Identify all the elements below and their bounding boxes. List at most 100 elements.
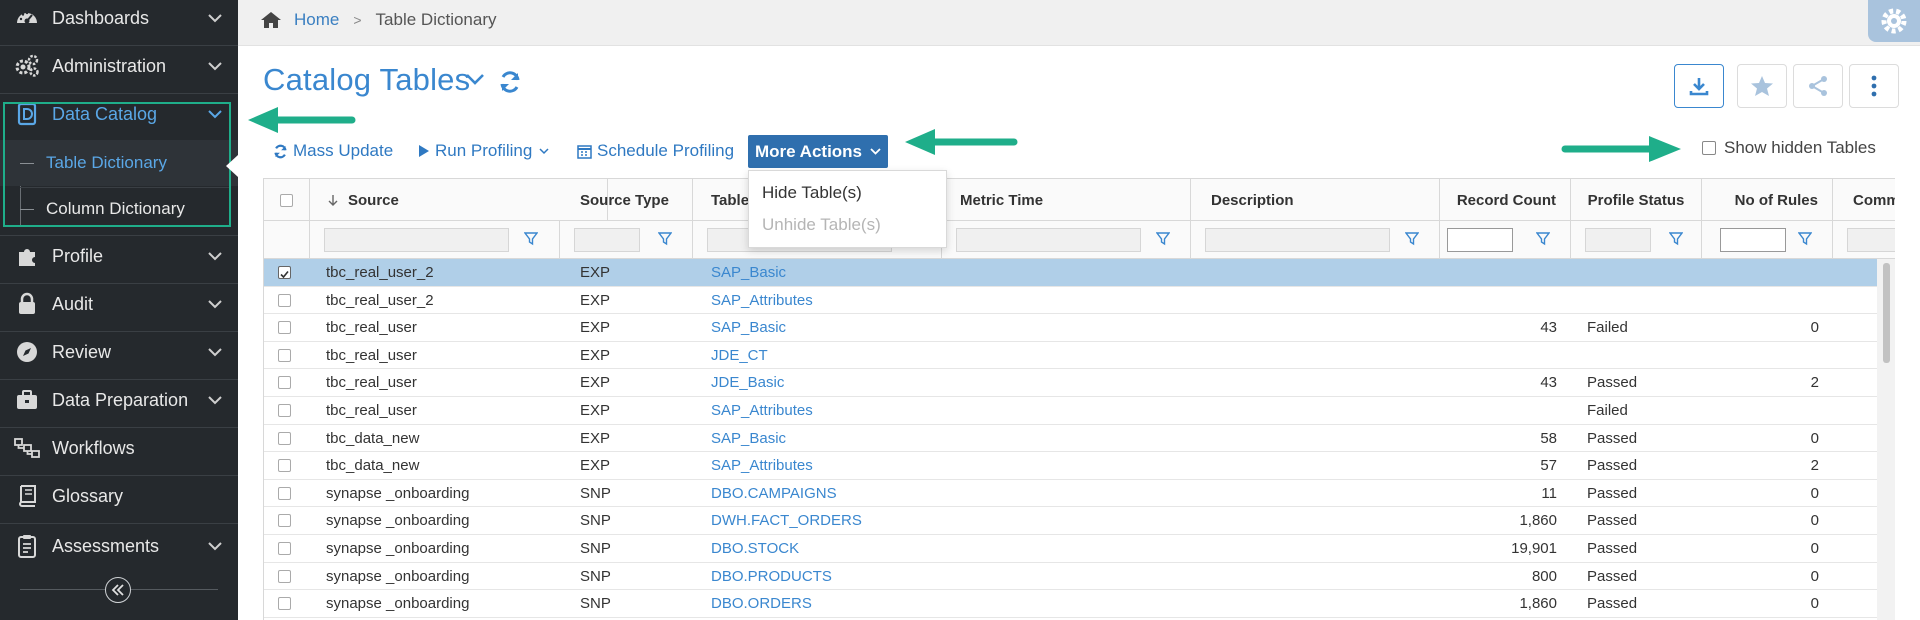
table-row[interactable]: tbc_real_user EXP SAP_Basic 43 Failed 0	[264, 314, 1877, 342]
row-checkbox[interactable]	[278, 348, 291, 362]
column-header-record-count[interactable]: Record Count	[1440, 179, 1571, 221]
schedule-profiling-button[interactable]: Schedule Profiling	[577, 138, 734, 164]
home-icon[interactable]	[260, 11, 282, 29]
show-hidden-tables-toggle[interactable]: Show hidden Tables	[1702, 138, 1876, 158]
metric-time-filter-input[interactable]	[956, 228, 1141, 252]
column-header-source-type[interactable]: Source Type	[560, 179, 693, 221]
sidebar-item-review[interactable]: Review	[0, 330, 238, 374]
grid-vertical-scrollbar[interactable]	[1877, 259, 1895, 620]
select-all-checkbox[interactable]	[280, 193, 293, 207]
more-options-button[interactable]	[1849, 64, 1899, 108]
row-checkbox[interactable]	[278, 459, 291, 473]
cell-table[interactable]: SAP_Attributes	[693, 397, 933, 424]
filter-icon[interactable]	[1669, 232, 1683, 246]
record-count-filter-input[interactable]	[1447, 228, 1513, 252]
chevron-down-icon	[539, 147, 549, 155]
scrollbar-thumb[interactable]	[1883, 263, 1890, 363]
refresh-icon[interactable]	[498, 70, 522, 99]
row-checkbox[interactable]	[278, 376, 291, 390]
table-row[interactable]: synapse _onboarding SNP DBO.CAMPAIGNS 11 Pas…	[264, 480, 1877, 508]
cell-source: synapse _onboarding	[326, 512, 470, 530]
row-checkbox[interactable]	[278, 431, 291, 445]
cell-table[interactable]: JDE_CT	[693, 342, 933, 369]
row-checkbox[interactable]	[278, 569, 291, 583]
more-actions-button[interactable]: More Actions	[748, 135, 888, 168]
table-row[interactable]: synapse _onboarding SNP DWH.FACT_ORDERS 1,8…	[264, 507, 1877, 535]
cell-table[interactable]: JDE_Basic	[693, 369, 933, 396]
cell-source: tbc_real_user	[326, 346, 417, 364]
column-header-description[interactable]: Description	[1191, 179, 1440, 221]
filter-icon[interactable]	[1536, 232, 1550, 246]
table-row[interactable]: tbc_real_user EXP JDE_CT	[264, 342, 1877, 370]
sidebar-item-dashboards[interactable]: Dashboards	[0, 0, 238, 40]
title-chevron-down-icon[interactable]	[465, 72, 485, 90]
source-type-filter-input[interactable]	[574, 228, 640, 252]
sidebar-item-glossary[interactable]: Glossary	[0, 474, 238, 518]
favorite-button[interactable]	[1737, 64, 1787, 108]
breadcrumb-home-link[interactable]: Home	[294, 10, 339, 30]
sidebar-item-workflows[interactable]: Workflows	[0, 426, 238, 470]
run-profiling-button[interactable]: Run Profiling	[418, 138, 554, 164]
source-filter-input[interactable]	[324, 228, 509, 252]
cell-source: tbc_data_new	[326, 429, 420, 447]
menu-item-hide-tables[interactable]: Hide Table(s)	[762, 183, 862, 203]
table-row[interactable]: synapse _onboarding SNP DBO.PRODUCTS 800 Pas…	[264, 563, 1877, 591]
row-checkbox[interactable]	[278, 486, 291, 500]
table-row[interactable]: synapse _onboarding SNP DBO.ORDERS 1,860 Pas…	[264, 590, 1877, 618]
filter-icon[interactable]	[1405, 232, 1419, 246]
cell-table[interactable]: DBO.PRODUCTS	[693, 563, 933, 590]
table-row[interactable]: tbc_real_user EXP JDE_Basic 43 Passed 2	[264, 369, 1877, 397]
cell-table[interactable]: SAP_Basic	[693, 259, 933, 286]
no-of-rules-filter-input[interactable]	[1720, 228, 1786, 252]
sidebar-collapse-button[interactable]	[105, 577, 131, 603]
profile-status-filter-input[interactable]	[1585, 228, 1651, 252]
comm-filter-input[interactable]	[1847, 228, 1895, 252]
sidebar-item-data-preparation[interactable]: Data Preparation	[0, 378, 238, 422]
cell-table[interactable]: DBO.CAMPAIGNS	[693, 480, 933, 507]
grid-filter-row	[264, 221, 1895, 259]
grid-header-row: Source Source Type Table Metric Time Des…	[264, 179, 1895, 221]
sidebar-item-audit[interactable]: Audit	[0, 282, 238, 326]
filter-icon[interactable]	[658, 232, 672, 246]
cell-type: EXP	[580, 264, 611, 281]
row-checkbox[interactable]	[278, 514, 291, 528]
cell-table[interactable]: SAP_Attributes	[693, 287, 933, 314]
mass-update-button[interactable]: Mass Update	[273, 138, 393, 164]
cell-rules: 0	[1810, 567, 1819, 585]
sidebar-item-administration[interactable]: Administration	[0, 44, 238, 88]
row-checkbox[interactable]	[278, 597, 291, 611]
settings-button[interactable]	[1868, 0, 1920, 42]
row-checkbox[interactable]	[278, 321, 291, 335]
filter-icon[interactable]	[1798, 232, 1812, 246]
description-filter-input[interactable]	[1205, 228, 1390, 252]
cell-count: 800	[1531, 567, 1557, 585]
row-checkbox[interactable]	[278, 542, 291, 555]
cell-table[interactable]: SAP_Basic	[693, 425, 933, 452]
table-row[interactable]: tbc_real_user_2 EXP SAP_Attributes	[264, 287, 1877, 315]
filter-icon[interactable]	[1156, 232, 1170, 246]
cell-table[interactable]: DBO.STOCK	[693, 535, 933, 562]
sidebar-item-assessments[interactable]: Assessments	[0, 524, 238, 568]
table-row[interactable]: synapse _onboarding SNP DBO.STOCK 19,901 Pas…	[264, 535, 1877, 563]
sort-desc-icon	[328, 194, 338, 207]
share-button[interactable]	[1793, 64, 1843, 108]
cell-table[interactable]: DBO.ORDERS	[693, 590, 933, 617]
column-header-no-of-rules[interactable]: No of Rules	[1702, 179, 1833, 221]
sidebar-item-profile[interactable]: Profile	[0, 234, 238, 278]
cell-table[interactable]: SAP_Attributes	[693, 452, 933, 479]
row-checkbox[interactable]	[278, 404, 291, 417]
filter-icon[interactable]	[524, 232, 538, 246]
cell-table[interactable]: SAP_Basic	[693, 314, 933, 341]
column-header-comm[interactable]: Comm	[1833, 179, 1895, 221]
column-header-profile-status[interactable]: Profile Status	[1571, 179, 1702, 221]
cell-table[interactable]: DWH.FACT_ORDERS	[693, 507, 933, 534]
row-checkbox[interactable]	[278, 266, 291, 279]
table-row[interactable]: tbc_data_new EXP SAP_Basic 58 Passed 0	[264, 425, 1877, 453]
table-row[interactable]: tbc_real_user EXP SAP_Attributes Failed	[264, 397, 1877, 425]
show-hidden-checkbox[interactable]	[1702, 141, 1716, 155]
download-button[interactable]	[1674, 64, 1724, 108]
row-checkbox[interactable]	[278, 293, 291, 307]
table-row[interactable]: tbc_data_new EXP SAP_Attributes 57 Passed 2	[264, 452, 1877, 480]
table-row[interactable]: tbc_real_user_2 EXP SAP_Basic	[264, 259, 1877, 287]
column-header-metric-time[interactable]: Metric Time	[942, 179, 1191, 221]
